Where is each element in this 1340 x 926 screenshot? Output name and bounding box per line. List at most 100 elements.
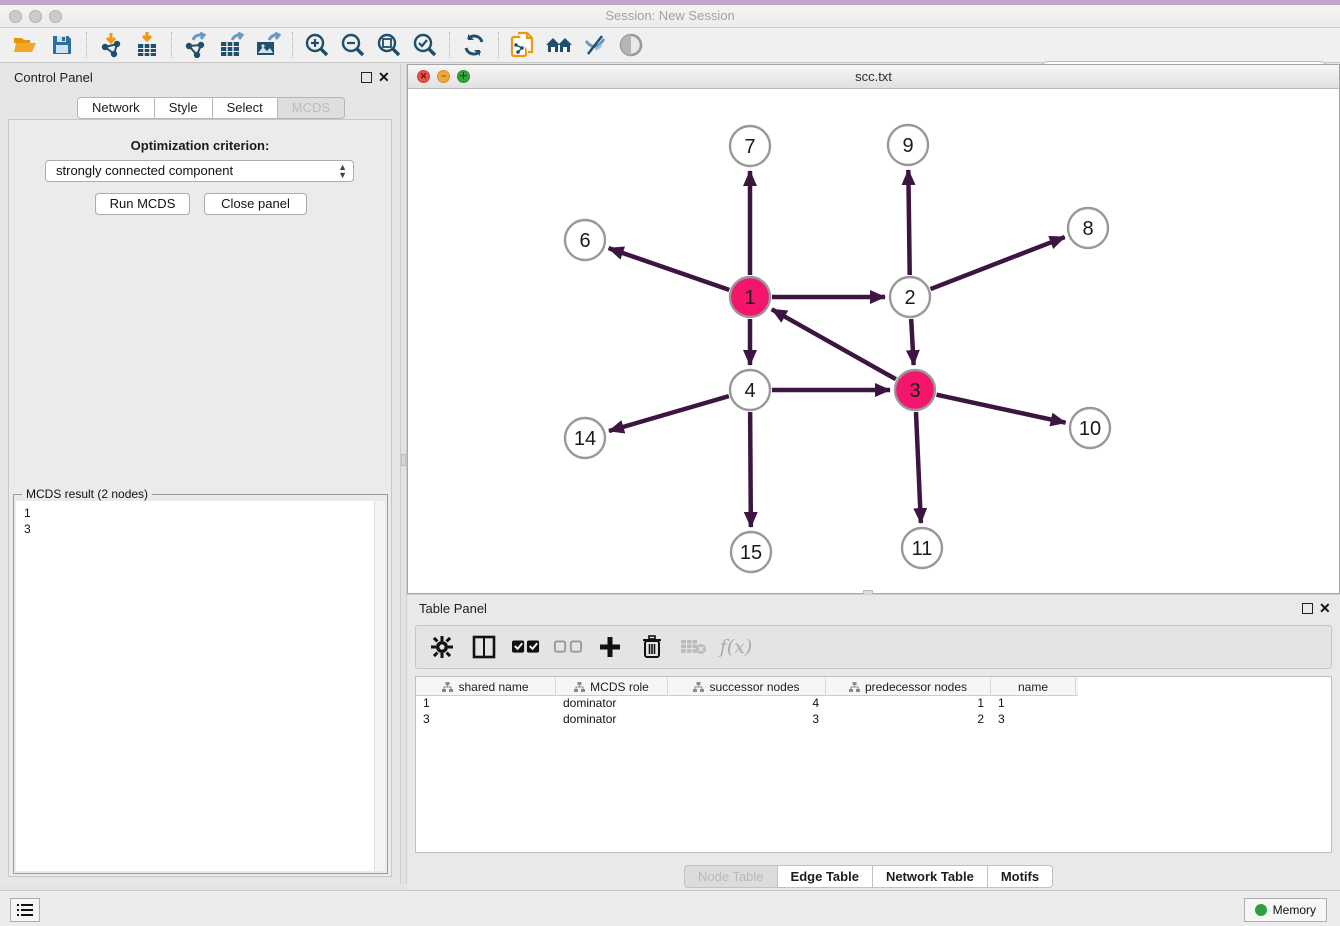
- network-graph-canvas[interactable]: 7968124314101511: [408, 89, 1339, 593]
- select-all-icon[interactable]: [512, 633, 540, 661]
- edge-2-9[interactable]: [908, 170, 909, 275]
- export-table-icon[interactable]: [214, 30, 250, 60]
- cell-predecessor-nodes[interactable]: 1: [826, 696, 991, 712]
- column-header-predecessor-nodes[interactable]: predecessor nodes: [826, 677, 991, 696]
- toolbar-separator: [171, 32, 172, 58]
- import-network-icon[interactable]: [93, 30, 129, 60]
- cell-MCDS-role[interactable]: dominator: [556, 696, 668, 712]
- column-header-successor-nodes[interactable]: successor nodes: [668, 677, 826, 696]
- float-table-panel-icon[interactable]: [1302, 603, 1313, 614]
- tab-node-table[interactable]: Node Table: [684, 865, 778, 888]
- close-window-icon[interactable]: [9, 10, 22, 23]
- edge-2-8[interactable]: [931, 237, 1065, 289]
- column-header-name[interactable]: name: [991, 677, 1076, 696]
- edge-1-6[interactable]: [609, 248, 730, 290]
- cell-shared-name[interactable]: 3: [416, 712, 556, 728]
- toolbar-separator: [498, 32, 499, 58]
- tab-select[interactable]: Select: [213, 97, 278, 119]
- cell-MCDS-role[interactable]: dominator: [556, 712, 668, 728]
- cell-shared-name[interactable]: 1: [416, 696, 556, 712]
- column-header-shared-name[interactable]: shared name: [416, 677, 556, 696]
- close-panel-button[interactable]: Close panel: [204, 193, 307, 215]
- toolbar-separator: [292, 32, 293, 58]
- edge-3-11[interactable]: [916, 412, 921, 523]
- tab-mcds[interactable]: MCDS: [278, 97, 345, 119]
- save-session-icon[interactable]: [44, 30, 80, 60]
- vertical-splitter[interactable]: [400, 64, 407, 884]
- cell-successor-nodes[interactable]: 3: [668, 712, 826, 728]
- table-row[interactable]: 3dominator323: [416, 712, 1331, 728]
- graphics-details-icon[interactable]: [577, 30, 613, 60]
- sort-tree-icon[interactable]: [849, 682, 860, 692]
- node-label-9: 9: [902, 135, 913, 157]
- cell-predecessor-nodes[interactable]: 2: [826, 712, 991, 728]
- splitter-handle[interactable]: [401, 454, 406, 466]
- column-layout-icon[interactable]: [470, 633, 498, 661]
- minimize-window-icon[interactable]: [29, 10, 42, 23]
- status-bar: Memory: [0, 890, 1340, 926]
- close-view-icon[interactable]: ✕: [417, 70, 430, 83]
- maximize-view-icon[interactable]: ＋: [457, 70, 470, 83]
- main-toolbar: [0, 28, 1340, 63]
- sort-tree-icon[interactable]: [574, 682, 585, 692]
- zoom-fit-icon[interactable]: [371, 30, 407, 60]
- close-table-panel-icon[interactable]: ✕: [1319, 600, 1331, 617]
- import-table-icon[interactable]: [129, 30, 165, 60]
- export-network-icon[interactable]: [178, 30, 214, 60]
- toolbar-separator: [86, 32, 87, 58]
- log-console-button[interactable]: [10, 898, 40, 922]
- tab-style[interactable]: Style: [155, 97, 213, 119]
- delete-column-icon[interactable]: [638, 633, 666, 661]
- edge-3-10[interactable]: [936, 395, 1065, 423]
- zoom-in-icon[interactable]: [299, 30, 335, 60]
- run-mcds-button[interactable]: Run MCDS: [95, 193, 190, 215]
- column-label: name: [1018, 680, 1048, 694]
- edge-2-3[interactable]: [911, 319, 913, 365]
- mcds-result-scrollbar[interactable]: [374, 501, 385, 871]
- node-label-1: 1: [744, 287, 755, 309]
- list-icon: [17, 904, 33, 916]
- memory-status-icon: [1255, 904, 1267, 916]
- add-column-icon[interactable]: [596, 633, 624, 661]
- edge-3-1[interactable]: [772, 309, 896, 379]
- minimize-view-icon[interactable]: −: [437, 70, 450, 83]
- edge-4-15[interactable]: [750, 412, 751, 527]
- open-session-icon[interactable]: [8, 30, 44, 60]
- cell-name[interactable]: 1: [991, 696, 1076, 712]
- edge-4-14[interactable]: [609, 396, 729, 431]
- memory-button[interactable]: Memory: [1244, 898, 1327, 922]
- settings-gear-icon[interactable]: [428, 633, 456, 661]
- network-window-titlebar[interactable]: ✕ − ＋ scc.txt: [408, 65, 1339, 89]
- table-row[interactable]: 1dominator411: [416, 696, 1331, 712]
- criterion-dropdown[interactable]: strongly connected component ▲▼: [45, 160, 354, 182]
- birds-eye-view-icon[interactable]: [613, 30, 649, 60]
- optimization-criterion-label: Optimization criterion:: [9, 138, 391, 153]
- zoom-selected-icon[interactable]: [407, 30, 443, 60]
- mcds-result-textarea[interactable]: 1 3: [16, 501, 385, 871]
- cell-successor-nodes[interactable]: 4: [668, 696, 826, 712]
- clone-network-icon[interactable]: [505, 30, 541, 60]
- dropdown-stepper-icon: ▲▼: [338, 163, 347, 179]
- tab-network[interactable]: Network: [77, 97, 155, 119]
- tab-network-table[interactable]: Network Table: [873, 865, 988, 888]
- refresh-icon[interactable]: [456, 30, 492, 60]
- deselect-all-icon[interactable]: [554, 633, 582, 661]
- cell-name[interactable]: 3: [991, 712, 1076, 728]
- sort-tree-icon[interactable]: [442, 682, 453, 692]
- sort-tree-icon[interactable]: [693, 682, 704, 692]
- zoom-out-icon[interactable]: [335, 30, 371, 60]
- node-table[interactable]: shared nameMCDS rolesuccessor nodesprede…: [415, 676, 1332, 853]
- table-panel: Table Panel ✕ f(x) shared nameMCDS roles…: [407, 594, 1340, 890]
- close-panel-icon[interactable]: ✕: [378, 69, 390, 86]
- export-image-icon[interactable]: [250, 30, 286, 60]
- tab-edge-table[interactable]: Edge Table: [778, 865, 873, 888]
- node-label-8: 8: [1082, 218, 1093, 240]
- float-panel-icon[interactable]: [361, 72, 372, 83]
- houses-icon[interactable]: [541, 30, 577, 60]
- network-view-title: scc.txt: [408, 65, 1339, 88]
- node-label-11: 11: [912, 538, 933, 560]
- column-header-MCDS-role[interactable]: MCDS role: [556, 677, 668, 696]
- tab-motifs[interactable]: Motifs: [988, 865, 1053, 888]
- maximize-window-icon[interactable]: [49, 10, 62, 23]
- window-controls[interactable]: [9, 10, 62, 23]
